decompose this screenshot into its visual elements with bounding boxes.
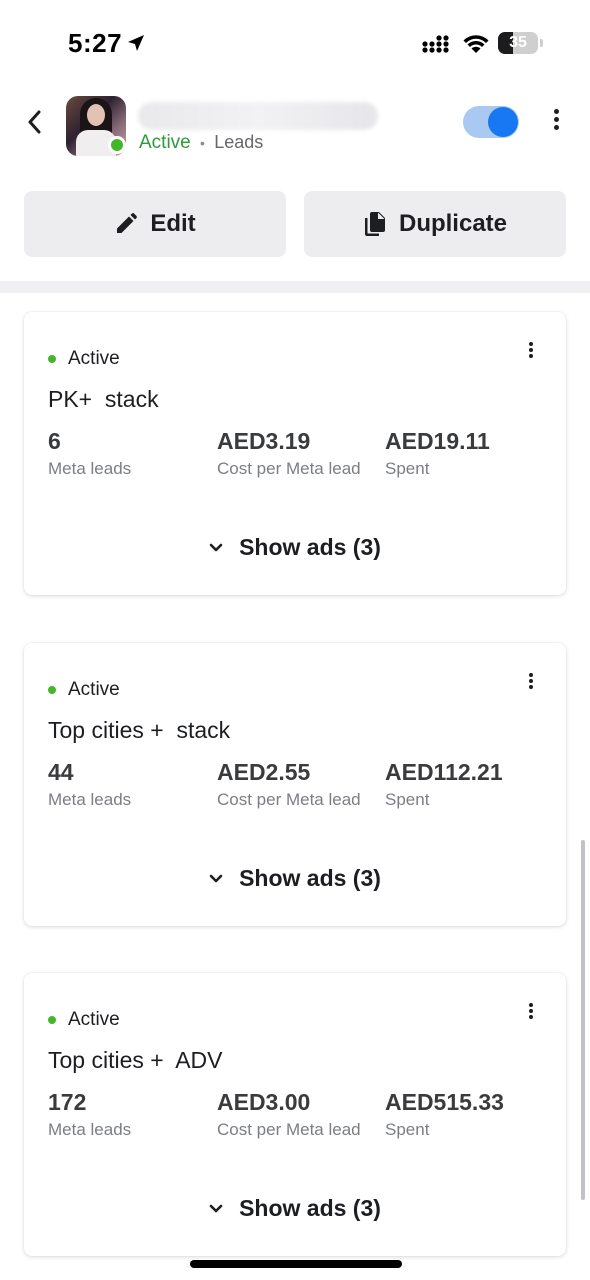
duplicate-button[interactable]: Duplicate (304, 191, 566, 257)
status-separator: • (200, 135, 205, 151)
active-dot (48, 355, 56, 363)
ad-set-status: Active (48, 1009, 120, 1031)
status-bar: 5:27 35 (0, 0, 590, 90)
spent-label: Spent (385, 459, 430, 478)
spent-metric: AED515.33 Spent (385, 1089, 545, 1142)
cost-label: Cost per Meta lead (217, 790, 361, 809)
ad-set-name: Top cities + ADV (48, 1047, 223, 1073)
campaign-name-redacted (138, 102, 378, 130)
status-time: 5:27 (68, 28, 123, 58)
active-dot (48, 1016, 56, 1024)
show-ads-button[interactable]: Show ads (3) (24, 865, 566, 892)
results-metric: 172 Meta leads (48, 1089, 208, 1142)
results-label: Meta leads (48, 459, 132, 478)
cost-metric: AED3.19 Cost per Meta lead (217, 428, 377, 481)
chevron-down-icon (209, 1204, 223, 1212)
results-label: Meta leads (48, 1120, 132, 1139)
back-button[interactable] (22, 106, 48, 138)
pencil-icon (117, 213, 138, 233)
scrollbar[interactable] (581, 840, 585, 1200)
ad-set-status-label: Active (68, 679, 120, 700)
more-options-icon[interactable] (547, 106, 565, 138)
duplicate-label: Duplicate (398, 210, 508, 237)
cost-value: AED2.55 (217, 759, 311, 785)
battery-level: 35 (509, 34, 527, 51)
ad-set-card[interactable]: Active Top cities + ADV 172 Meta leads A… (24, 973, 566, 1256)
show-ads-button[interactable]: Show ads (3) (24, 534, 566, 561)
active-status-dot (108, 136, 126, 154)
battery-icon: 35 (498, 32, 538, 54)
cost-value: AED3.00 (217, 1089, 311, 1115)
results-label: Meta leads (48, 790, 132, 809)
cost-metric: AED2.55 Cost per Meta lead (217, 759, 377, 812)
campaign-objective: Leads (214, 132, 264, 152)
ad-set-status: Active (48, 348, 120, 370)
ad-set-card[interactable]: Active PK+ stack 6 Meta leads AED3.19 Co… (24, 312, 566, 595)
cost-metric: AED3.00 Cost per Meta lead (217, 1089, 377, 1142)
ad-set-card[interactable]: Active Top cities + stack 44 Meta leads … (24, 643, 566, 926)
campaign-status: Active (139, 132, 191, 153)
ad-set-status-label: Active (68, 348, 120, 369)
spent-value: AED19.11 (385, 428, 490, 454)
results-value: 172 (48, 1089, 87, 1115)
campaign-status-line: Active • Leads (139, 132, 263, 154)
cost-value: AED3.19 (217, 428, 311, 454)
spent-value: AED112.21 (385, 759, 503, 785)
ad-set-more-icon[interactable] (526, 340, 536, 364)
spent-label: Spent (385, 790, 430, 809)
active-dot (48, 686, 56, 694)
results-metric: 6 Meta leads (48, 428, 208, 481)
show-ads-label: Show ads (3) (239, 534, 381, 560)
show-ads-label: Show ads (3) (239, 1195, 381, 1221)
campaign-toggle[interactable] (463, 106, 519, 138)
ad-set-status-label: Active (68, 1009, 120, 1030)
location-arrow-icon (128, 35, 144, 51)
signal-icon (422, 35, 449, 53)
edit-label: Edit (150, 210, 196, 237)
wifi-icon (463, 35, 489, 53)
chevron-down-icon (209, 874, 223, 882)
ad-set-name: PK+ stack (48, 386, 159, 412)
section-divider (0, 281, 590, 293)
ad-set-name: Top cities + stack (48, 717, 231, 743)
cost-label: Cost per Meta lead (217, 459, 361, 478)
duplicate-icon (364, 212, 385, 236)
edit-button[interactable]: Edit (24, 191, 286, 257)
chevron-down-icon (209, 543, 223, 551)
results-metric: 44 Meta leads (48, 759, 208, 812)
results-value: 6 (48, 428, 61, 454)
home-indicator[interactable] (190, 1260, 402, 1268)
spent-metric: AED19.11 Spent (385, 428, 545, 481)
cost-label: Cost per Meta lead (217, 1120, 361, 1139)
ad-set-more-icon[interactable] (526, 671, 536, 695)
results-value: 44 (48, 759, 74, 785)
ad-set-more-icon[interactable] (526, 1001, 536, 1025)
show-ads-button[interactable]: Show ads (3) (24, 1195, 566, 1222)
spent-value: AED515.33 (385, 1089, 504, 1115)
spent-label: Spent (385, 1120, 430, 1139)
spent-metric: AED112.21 Spent (385, 759, 545, 812)
show-ads-label: Show ads (3) (239, 865, 381, 891)
ad-set-status: Active (48, 679, 120, 701)
